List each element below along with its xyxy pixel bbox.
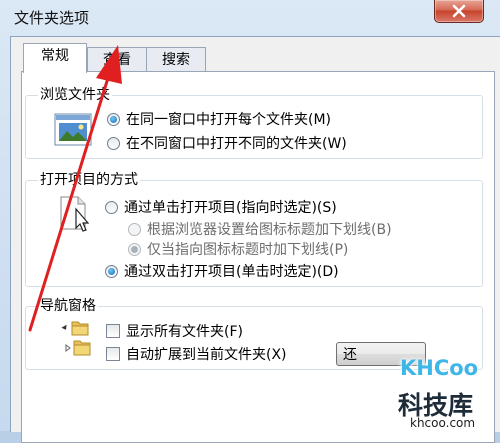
radio-same-window-label: 在同一窗口中打开每个文件夹(M) <box>126 112 332 128</box>
tab-general-label: 常规 <box>41 48 69 64</box>
radio-new-window-label: 在不同窗口中打开不同的文件夹(W) <box>126 136 347 152</box>
radio-double-click-control[interactable] <box>105 264 118 278</box>
browse-folders-legend: 浏览文件夹 <box>38 86 112 104</box>
watermark: KHCoo 科技库 khcoo.com <box>394 356 500 431</box>
radio-open-new-window[interactable]: 在不同窗口中打开不同的文件夹(W) <box>107 133 347 153</box>
radio-underline-browser-label: 根据浏览器设置给图标标题加下划线(B) <box>147 222 392 238</box>
checkbox-show-all-folders-label: 显示所有文件夹(F) <box>126 324 243 340</box>
folder-window-icon <box>54 113 92 146</box>
tab-search-label: 搜索 <box>162 52 190 68</box>
tab-view[interactable]: 查看 <box>87 47 147 72</box>
radio-double-click[interactable]: 通过双击打开项目(单击时选定)(D) <box>105 261 339 281</box>
checkbox-auto-expand[interactable]: 自动扩展到当前文件夹(X) <box>106 344 287 364</box>
tab-search[interactable]: 搜索 <box>146 47 206 72</box>
click-items-legend: 打开项目的方式 <box>38 171 140 189</box>
radio-single-click-label: 通过单击打开项目(指向时选定)(S) <box>124 200 337 216</box>
checkbox-show-all-folders-control[interactable] <box>106 324 120 338</box>
close-button[interactable] <box>434 0 484 23</box>
pointer-document-icon <box>60 196 90 232</box>
checkbox-show-all-folders[interactable]: 显示所有文件夹(F) <box>106 321 243 341</box>
window-title: 文件夹选项 <box>14 9 90 27</box>
radio-underline-browser[interactable]: 根据浏览器设置给图标标题加下划线(B) <box>128 219 392 239</box>
dialog-window: 文件夹选项 常规 查看 搜索 浏览文件夹 在同一窗口中打开每个文件夹(M) 在不… <box>0 0 500 443</box>
checkbox-auto-expand-control[interactable] <box>106 347 120 361</box>
radio-underline-point-control[interactable] <box>128 242 141 256</box>
title-bar: 文件夹选项 <box>0 0 500 34</box>
radio-underline-point-label: 仅当指向图标标题时加下划线(P) <box>147 242 349 258</box>
tab-general[interactable]: 常规 <box>23 43 87 73</box>
radio-double-click-label: 通过双击打开项目(单击时选定)(D) <box>124 264 339 280</box>
close-x-icon <box>452 4 466 18</box>
watermark-url: khcoo.com <box>410 416 476 430</box>
restore-defaults-label: 还 <box>343 347 357 363</box>
radio-underline-browser-control[interactable] <box>128 222 141 236</box>
radio-underline-point[interactable]: 仅当指向图标标题时加下划线(P) <box>128 239 348 259</box>
folder-tree-icon <box>61 321 91 356</box>
radio-single-click-control[interactable] <box>105 200 118 214</box>
checkbox-auto-expand-label: 自动扩展到当前文件夹(X) <box>126 347 287 363</box>
radio-open-same-window[interactable]: 在同一窗口中打开每个文件夹(M) <box>107 109 331 129</box>
radio-same-window-control[interactable] <box>107 112 120 126</box>
radio-single-click[interactable]: 通过单击打开项目(指向时选定)(S) <box>105 197 337 217</box>
watermark-logo: KHCoo <box>400 356 479 380</box>
radio-new-window-control[interactable] <box>107 136 120 150</box>
nav-pane-legend: 导航窗格 <box>38 297 98 315</box>
tab-view-label: 查看 <box>103 52 131 68</box>
